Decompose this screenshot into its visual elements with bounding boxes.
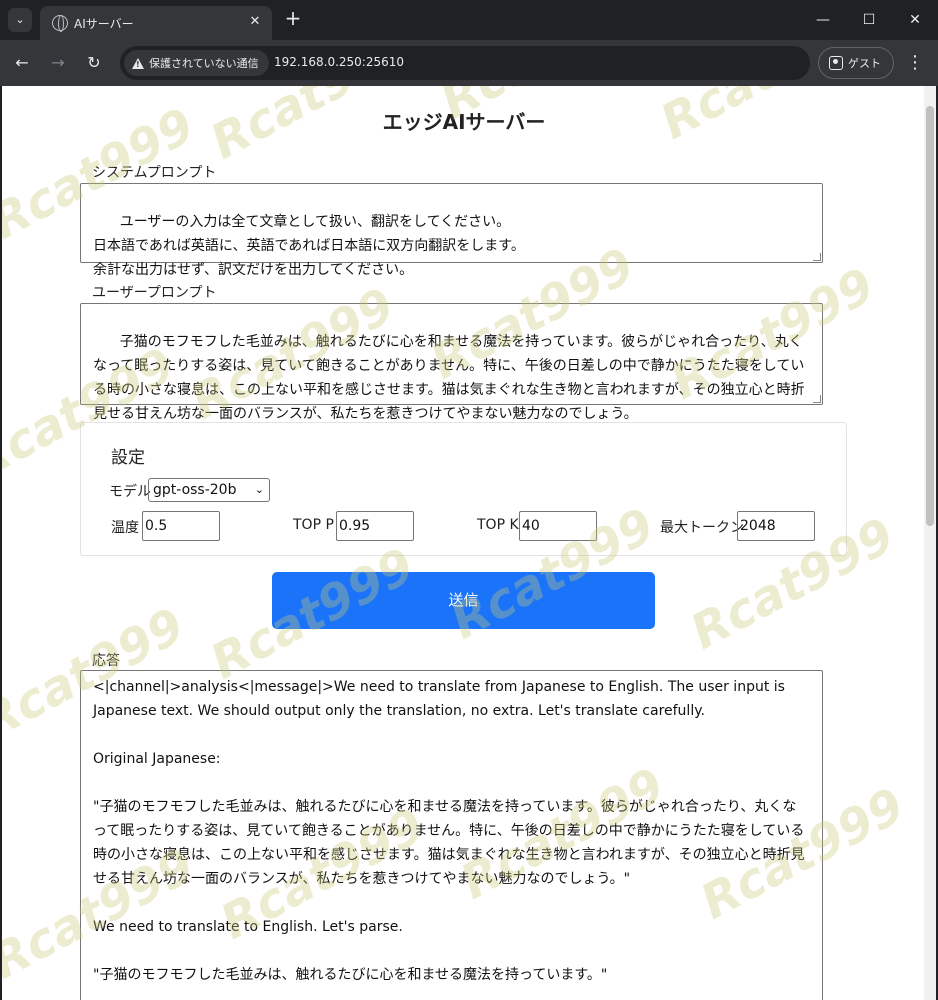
system-prompt-label: システムプロンプト: [92, 165, 217, 181]
tab-search-button[interactable]: ⌄: [8, 8, 32, 32]
tab-title: AIサーバー: [74, 17, 134, 31]
menu-dots-icon[interactable]: ⋮: [903, 51, 927, 75]
maximize-button[interactable]: ☐: [846, 6, 892, 34]
top-k-input[interactable]: 40: [519, 511, 597, 541]
reload-icon[interactable]: ↻: [82, 51, 106, 75]
user-prompt-textarea[interactable]: 子猫のモフモフした毛並みは、触れるたびに心を和ませる魔法を持っています。彼らがじ…: [80, 303, 823, 422]
model-value: gpt-oss-20b: [153, 482, 237, 498]
tab-active[interactable]: AIサーバー ✕: [40, 6, 272, 40]
tab-strip: ⌄ AIサーバー ✕ + — ☐ ✕: [0, 0, 938, 40]
person-icon: [829, 56, 843, 70]
chevron-down-icon: ⌄: [254, 483, 264, 496]
user-prompt-label: ユーザープロンプト: [92, 285, 217, 301]
url-text: 192.168.0.250:25610: [274, 55, 405, 69]
max-tokens-label: 最大トークン: [660, 520, 744, 536]
temperature-input[interactable]: 0.5: [142, 511, 220, 541]
user-prompt-value: 子猫のモフモフした毛並みは、触れるたびに心を和ませる魔法を持っています。彼らがじ…: [93, 334, 805, 422]
resize-handle[interactable]: [813, 395, 821, 403]
model-label: モデル: [109, 484, 151, 500]
top-p-label: TOP P: [293, 517, 334, 533]
model-select[interactable]: gpt-oss-20b ⌄: [148, 478, 270, 502]
settings-heading: 設定: [111, 448, 145, 468]
top-k-label: TOP K: [477, 517, 519, 533]
back-arrow-icon[interactable]: ←: [10, 51, 34, 75]
warning-icon: [132, 57, 144, 69]
system-prompt-value: ユーザーの入力は全て文章として扱い、翻訳をしてください。 日本語であれば英語に、…: [93, 214, 525, 278]
send-button[interactable]: 送信: [272, 572, 655, 629]
tab-close-icon[interactable]: ✕: [246, 13, 264, 31]
top-p-input[interactable]: 0.95: [336, 511, 414, 541]
page-title: エッジAIサーバー: [382, 110, 546, 134]
system-prompt-textarea[interactable]: ユーザーの入力は全て文章として扱い、翻訳をしてください。 日本語であれば英語に、…: [80, 183, 823, 278]
scrollbar-thumb[interactable]: [926, 106, 934, 526]
settings-panel: 設定 モデル gpt-oss-20b ⌄ 温度 0.5 TOP P 0.95 T…: [80, 422, 847, 556]
address-bar[interactable]: 保護されていない通信 192.168.0.250:25610: [120, 46, 810, 80]
response-textarea[interactable]: <|channel|>analysis<|message|>We need to…: [80, 670, 823, 1000]
browser-window: ⌄ AIサーバー ✕ + — ☐ ✕ ← → ↻ 保護されていない通信 192.…: [0, 0, 938, 1000]
resize-handle[interactable]: [813, 253, 821, 261]
browser-toolbar: ← → ↻ 保護されていない通信 192.168.0.250:25610 ゲスト…: [0, 40, 938, 86]
temperature-label: 温度: [111, 520, 139, 536]
minimize-button[interactable]: —: [800, 6, 846, 34]
window-close-button[interactable]: ✕: [892, 6, 938, 34]
globe-icon: [52, 15, 68, 32]
security-label: 保護されていない通信: [149, 57, 259, 70]
forward-arrow-icon[interactable]: →: [46, 51, 70, 75]
scrollbar[interactable]: [924, 86, 936, 1000]
new-tab-button[interactable]: +: [282, 8, 304, 30]
response-label: 応答: [92, 653, 120, 669]
profile-button[interactable]: ゲスト: [818, 47, 894, 79]
profile-label: ゲスト: [848, 57, 881, 70]
page-viewport: エッジAIサーバー システムプロンプト ユーザーの入力は全て文章として扱い、翻訳…: [0, 86, 938, 1000]
security-chip[interactable]: 保護されていない通信: [124, 50, 269, 76]
max-tokens-input[interactable]: 2048: [737, 511, 815, 541]
